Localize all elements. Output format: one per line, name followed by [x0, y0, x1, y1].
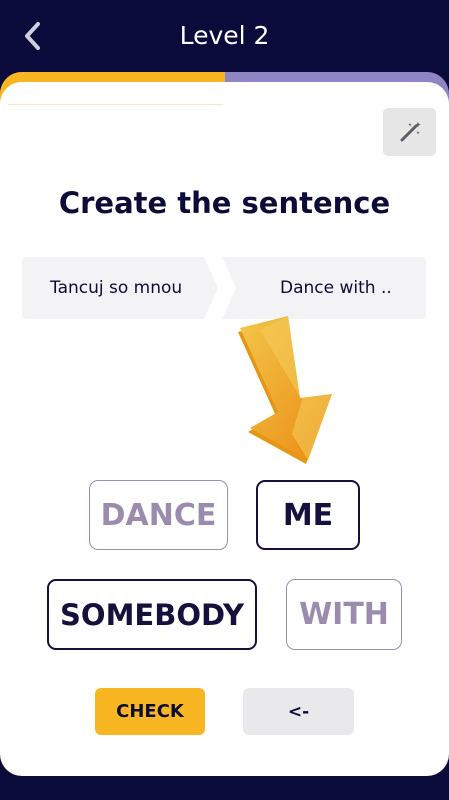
level-title: Level 2	[179, 21, 270, 50]
target-phrase: Dance with ..	[280, 278, 392, 298]
app-screen: Level 2 Create the sentence Tancuj so mn…	[0, 0, 449, 800]
word-tile-somebody[interactable]: SOMEBODY	[47, 579, 257, 650]
word-tile-me[interactable]: ME	[256, 480, 360, 550]
source-phrase: Tancuj so mnou	[50, 278, 183, 298]
hint-button[interactable]	[383, 108, 436, 156]
word-tile-dance[interactable]: DANCE	[89, 480, 228, 550]
divider	[8, 104, 223, 105]
word-tile-with[interactable]: WITH	[286, 579, 402, 650]
backspace-button[interactable]: <-	[243, 688, 354, 735]
exercise-card: Create the sentence Tancuj so mnou Dance…	[0, 82, 449, 776]
phrase-box: Tancuj so mnou Dance with ..	[22, 257, 426, 319]
magic-wand-icon	[400, 122, 421, 142]
exercise-heading: Create the sentence	[58, 186, 391, 220]
arrow-down-icon	[238, 316, 332, 464]
check-button[interactable]: CHECK	[95, 688, 205, 735]
